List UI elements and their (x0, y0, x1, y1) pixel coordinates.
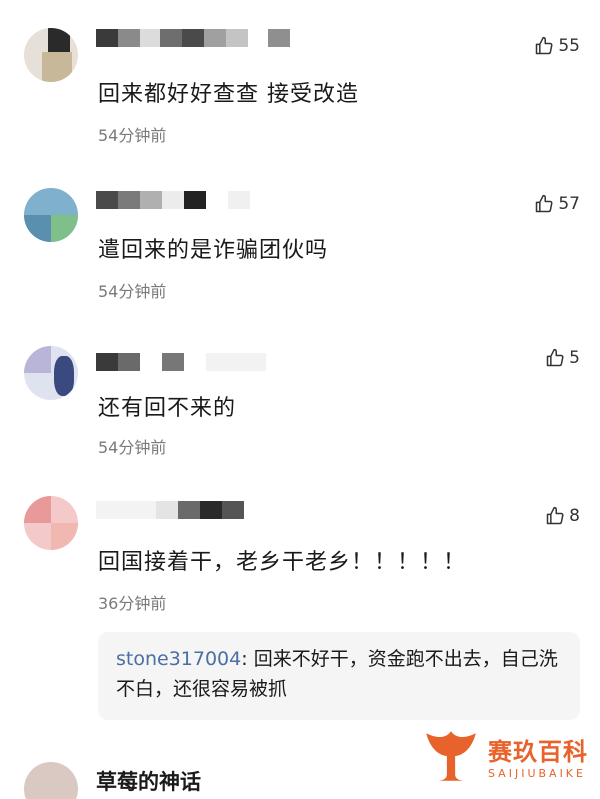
avatar[interactable] (24, 28, 78, 82)
comment-text: 还有回不来的 (98, 396, 237, 421)
like-button[interactable]: 55 (534, 36, 580, 56)
reply-separator: : (241, 648, 254, 670)
comment-time: 54分钟前 (98, 438, 167, 457)
reply-username[interactable]: stone317004 (116, 648, 241, 670)
whale-tail-icon (426, 731, 476, 781)
like-button[interactable]: 8 (545, 506, 580, 526)
comment-time: 54分钟前 (98, 282, 167, 301)
comment-item: 55 回来都好好查查 接受改造 54分钟前 (0, 0, 600, 160)
watermark-logo: 赛玖百科 SAIJIUBAIKE (420, 725, 588, 787)
username-blurred[interactable] (96, 500, 244, 520)
avatar[interactable] (24, 188, 78, 242)
watermark-title: 赛玖百科 (488, 738, 588, 766)
comment-time: 54分钟前 (98, 126, 167, 145)
username[interactable]: 草莓的神话 (96, 766, 201, 796)
reply-box[interactable]: stone317004: 回来不好干，资金跑不出去，自己洗不白，还很容易被抓 (98, 632, 580, 720)
like-button[interactable]: 5 (545, 348, 580, 368)
like-count: 5 (569, 348, 580, 368)
avatar[interactable] (24, 496, 78, 550)
comment-time: 36分钟前 (98, 594, 167, 613)
like-count: 57 (558, 194, 580, 214)
username-blurred[interactable] (96, 28, 290, 48)
like-button[interactable]: 57 (534, 194, 580, 214)
thumbs-up-icon (536, 36, 553, 55)
comment-item: 8 回国接着干，老乡干老乡！！！！！ 36分钟前 (0, 480, 600, 630)
watermark-subtitle: SAIJIUBAIKE (488, 767, 586, 780)
username-blurred[interactable] (96, 190, 250, 210)
comment-item: 5 还有回不来的 54分钟前 (0, 320, 600, 480)
thumbs-up-icon (536, 194, 553, 213)
like-count: 55 (558, 36, 580, 56)
username-blurred[interactable] (96, 352, 266, 372)
comment-text: 回来都好好查查 接受改造 (98, 82, 359, 107)
thumbs-up-icon (546, 506, 564, 525)
avatar[interactable] (24, 762, 78, 799)
avatar[interactable] (24, 346, 78, 400)
comment-text: 回国接着干，老乡干老乡！！！！！ (98, 550, 467, 575)
comment-item: 57 遣回来的是诈骗团伙吗 54分钟前 (0, 160, 600, 320)
comment-text: 遣回来的是诈骗团伙吗 (98, 238, 329, 263)
thumbs-up-icon (546, 348, 564, 367)
like-count: 8 (569, 506, 580, 526)
